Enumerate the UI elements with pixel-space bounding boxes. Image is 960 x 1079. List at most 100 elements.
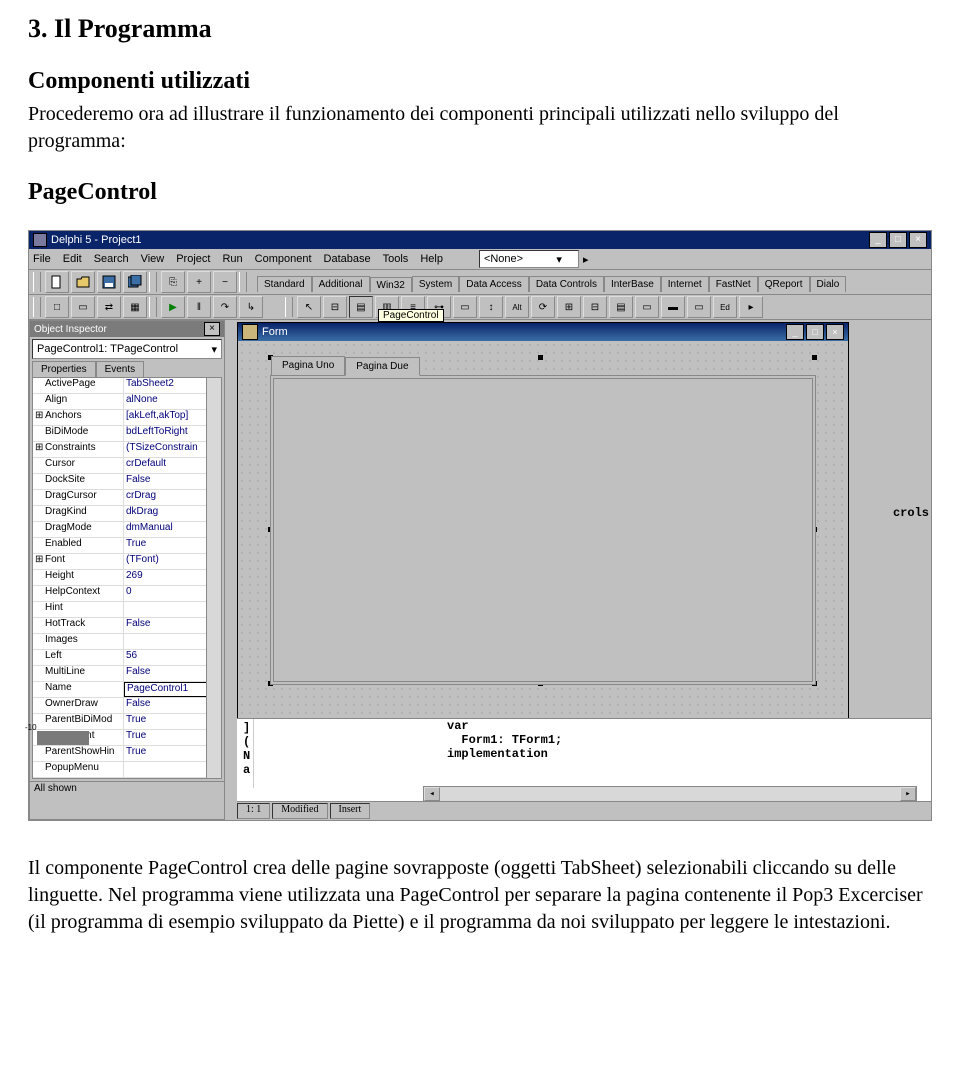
property-row[interactable]: Hint [33, 602, 221, 618]
oi-scrollbar[interactable] [206, 378, 221, 778]
tab-internet[interactable]: Internet [661, 276, 709, 292]
property-row[interactable]: ParentBiDiModTrue [33, 714, 221, 730]
property-row[interactable]: ParentShowHinTrue [33, 746, 221, 762]
scroll-left-icon[interactable]: ◂ [424, 787, 440, 801]
tab-system[interactable]: System [412, 276, 459, 292]
menu-file[interactable]: File [33, 253, 51, 265]
tab-standard[interactable]: Standard [257, 276, 312, 292]
tabsheet-client-area[interactable] [273, 378, 813, 682]
property-row[interactable]: HelpContext0 [33, 586, 221, 602]
hotkey-icon[interactable]: Alt [505, 296, 529, 318]
property-row[interactable]: ActivePageTabSheet2 [33, 378, 221, 394]
oi-tab-properties[interactable]: Properties [32, 361, 96, 377]
form-maximize-button[interactable]: □ [806, 324, 824, 340]
run-icon[interactable]: ▶ [161, 296, 185, 318]
property-row[interactable]: DragCursorcrDrag [33, 490, 221, 506]
view-unit-icon[interactable]: □ [45, 296, 69, 318]
property-row[interactable]: BiDiModebdLeftToRight [33, 426, 221, 442]
tab-interbase[interactable]: InterBase [604, 276, 661, 292]
property-row[interactable]: ⊞Font(TFont) [33, 554, 221, 570]
tab-dataaccess[interactable]: Data Access [459, 276, 529, 292]
menu-database[interactable]: Database [324, 253, 371, 265]
headercontrol-icon[interactable]: ▭ [635, 296, 659, 318]
oi-property-list[interactable]: ActivePageTabSheet2AlignalNone⊞Anchors[a… [32, 377, 222, 779]
open-icon[interactable] [71, 271, 95, 293]
menu-project[interactable]: Project [176, 253, 210, 265]
datetimepicker-icon[interactable]: ⊞ [557, 296, 581, 318]
close-button[interactable]: × [909, 232, 927, 248]
selector-icon[interactable]: ↖ [297, 296, 321, 318]
updown-icon[interactable]: ↕ [479, 296, 503, 318]
animate-icon[interactable]: ⟳ [531, 296, 555, 318]
maximize-button[interactable]: □ [889, 232, 907, 248]
tab-win32[interactable]: Win32 [370, 277, 412, 292]
coolbar-icon[interactable]: Ed [713, 296, 737, 318]
toolbar-icon[interactable]: ▭ [687, 296, 711, 318]
tab-dialogs[interactable]: Dialo [810, 276, 847, 292]
step-into-icon[interactable]: ↳ [239, 296, 263, 318]
property-row[interactable]: OwnerDrawFalse [33, 698, 221, 714]
pagecontrol-component[interactable]: Pagina Uno Pagina Due [270, 375, 816, 685]
menu-run[interactable]: Run [222, 253, 242, 265]
form-minimize-button[interactable]: _ [786, 324, 804, 340]
listview-icon[interactable]: ▤ [609, 296, 633, 318]
property-row[interactable]: PopupMenu [33, 762, 221, 778]
remove-file-icon[interactable]: − [213, 271, 237, 293]
pause-icon[interactable]: ‖ [187, 296, 211, 318]
property-row[interactable]: ⊞Anchors[akLeft,akTop] [33, 410, 221, 426]
property-row[interactable]: MultiLineFalse [33, 666, 221, 682]
menu-help[interactable]: Help [420, 253, 443, 265]
step-over-icon[interactable]: ↷ [213, 296, 237, 318]
menu-edit[interactable]: Edit [63, 253, 82, 265]
dropdown-action-icon[interactable]: ▸ [583, 253, 589, 266]
progressbar-icon[interactable]: ▭ [453, 296, 477, 318]
code-hscrollbar[interactable]: ◂ ▸ [423, 786, 917, 802]
property-row[interactable]: CursorcrDefault [33, 458, 221, 474]
code-peek: a [243, 763, 250, 777]
property-row[interactable]: DragKinddkDrag [33, 506, 221, 522]
tab-qreport[interactable]: QReport [758, 276, 810, 292]
property-row[interactable]: Images [33, 634, 221, 650]
add-file-icon[interactable]: + [187, 271, 211, 293]
treeview-icon[interactable]: ⊟ [583, 296, 607, 318]
palette-next-icon[interactable]: ▸ [739, 296, 763, 318]
open-project-icon[interactable]: ⎘ [161, 271, 185, 293]
form-canvas[interactable]: Pagina Uno Pagina Due [238, 341, 848, 731]
scroll-right-icon[interactable]: ▸ [900, 787, 916, 801]
tab-datacontrols[interactable]: Data Controls [529, 276, 604, 292]
tab-additional[interactable]: Additional [312, 276, 370, 292]
property-row[interactable]: ⊞Constraints(TSizeConstrain [33, 442, 221, 458]
save-icon[interactable] [97, 271, 121, 293]
property-row[interactable]: DockSiteFalse [33, 474, 221, 490]
new-icon[interactable] [45, 271, 69, 293]
project-dropdown[interactable]: <None> ▾ [479, 250, 579, 268]
selection-handle[interactable] [538, 355, 543, 360]
tabsheet-pagina-uno[interactable]: Pagina Uno [271, 356, 345, 375]
view-form-icon[interactable]: ▭ [71, 296, 95, 318]
property-row[interactable]: HotTrackFalse [33, 618, 221, 634]
oi-close-icon[interactable]: × [204, 322, 220, 336]
menu-tools[interactable]: Tools [383, 253, 409, 265]
menu-component[interactable]: Component [255, 253, 312, 265]
oi-component-selector[interactable]: PageControl1: TPageControl ▾ [32, 339, 222, 359]
pagecontrol-icon[interactable]: ▤ [349, 296, 373, 318]
saveall-icon[interactable] [123, 271, 147, 293]
tabsheet-pagina-due[interactable]: Pagina Due [345, 357, 419, 376]
property-row[interactable]: Left56 [33, 650, 221, 666]
menu-search[interactable]: Search [94, 253, 129, 265]
property-row[interactable]: NamePageControl1 [33, 682, 221, 698]
property-row[interactable]: AlignalNone [33, 394, 221, 410]
minimize-button[interactable]: _ [869, 232, 887, 248]
form-close-button[interactable]: × [826, 324, 844, 340]
new-form-icon[interactable]: ▦ [123, 296, 147, 318]
property-row[interactable]: Height269 [33, 570, 221, 586]
toggle-icon[interactable]: ⇄ [97, 296, 121, 318]
oi-tab-events[interactable]: Events [96, 361, 145, 377]
tab-fastnet[interactable]: FastNet [709, 276, 758, 292]
property-row[interactable]: EnabledTrue [33, 538, 221, 554]
property-row[interactable]: DragModedmManual [33, 522, 221, 538]
menu-view[interactable]: View [141, 253, 165, 265]
statusbar-icon[interactable]: ▬ [661, 296, 685, 318]
tabcontrol-icon[interactable]: ⊟ [323, 296, 347, 318]
selection-handle[interactable] [812, 355, 817, 360]
